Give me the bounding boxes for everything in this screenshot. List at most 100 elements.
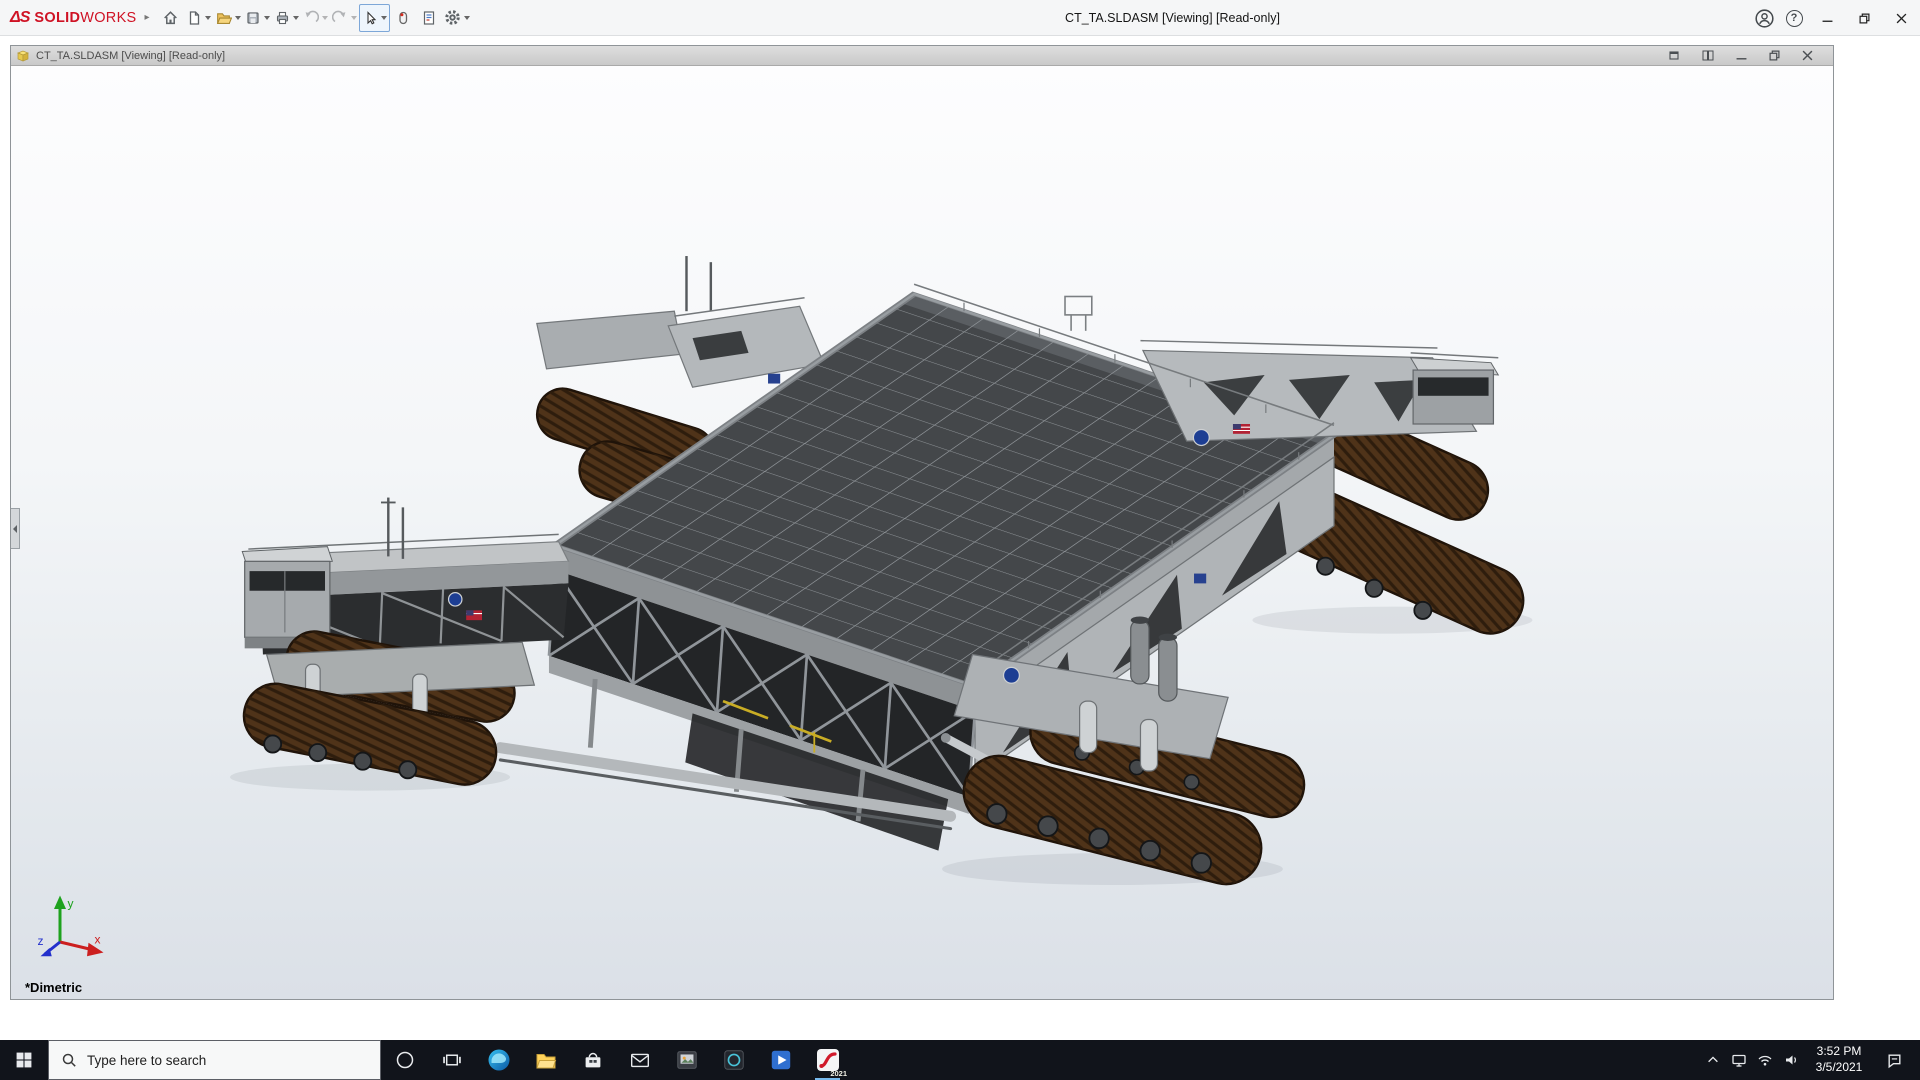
taskbar-clock[interactable]: 3:52 PM 3/5/2021 [1804, 1044, 1874, 1075]
minimize-button[interactable] [1809, 0, 1846, 36]
solidworks-year-badge: 2021 [830, 1069, 847, 1078]
start-button[interactable] [0, 1040, 48, 1080]
cortana-icon [395, 1050, 415, 1070]
tray-display-button[interactable] [1726, 1040, 1752, 1080]
mouse-gestures-button[interactable] [390, 4, 416, 32]
doc-minimize-button[interactable] [1729, 49, 1753, 63]
document-window-buttons [1663, 49, 1827, 63]
triad-y-label: y [68, 897, 74, 911]
clock-time: 3:52 PM [1807, 1044, 1871, 1060]
tray-volume-icon [1783, 1052, 1799, 1068]
redo-caret[interactable] [351, 16, 357, 20]
photos-app-icon [675, 1048, 699, 1072]
solidworks-app-button[interactable]: 2021 [804, 1040, 851, 1080]
triad-z-label: z [38, 934, 44, 948]
panel-collapse-handle[interactable] [11, 508, 20, 549]
select-caret[interactable] [381, 16, 387, 20]
task-view-icon [443, 1051, 461, 1069]
movies-app-icon [769, 1048, 793, 1072]
tray-volume-button[interactable] [1778, 1040, 1804, 1080]
app-title: CT_TA.SLDASM [Viewing] [Read-only] [900, 11, 1445, 25]
cortana-button[interactable] [381, 1040, 428, 1080]
file-explorer-button[interactable] [522, 1040, 569, 1080]
save-caret[interactable] [264, 16, 270, 20]
toolbar-flyout-arrow[interactable]: ▸ [145, 12, 150, 23]
store-icon [581, 1048, 605, 1072]
options-gear-icon [444, 9, 461, 26]
close-icon [1896, 13, 1907, 24]
redo-button[interactable] [330, 4, 359, 32]
print-button[interactable] [272, 4, 301, 32]
undo-caret[interactable] [322, 16, 328, 20]
search-input[interactable] [87, 1053, 357, 1068]
print-icon [274, 10, 290, 26]
media-app-button[interactable] [710, 1040, 757, 1080]
select-icon [362, 10, 378, 26]
open-button[interactable] [213, 4, 243, 32]
app-titlebar: ΔS SOLIDWORKS ▸ CT_TA.SLDA [0, 0, 1920, 36]
restore-button[interactable] [1846, 0, 1883, 36]
viewport-3d[interactable]: y x z *Dimetric [11, 66, 1833, 999]
save-button[interactable] [243, 4, 272, 32]
movies-app-button[interactable] [757, 1040, 804, 1080]
clock-date: 3/5/2021 [1807, 1060, 1871, 1076]
task-view-button[interactable] [428, 1040, 475, 1080]
action-center-icon [1886, 1052, 1903, 1069]
new-document-button[interactable] [184, 4, 213, 32]
assembly-document-icon [17, 49, 30, 62]
doc-close-icon [1802, 50, 1813, 61]
close-button[interactable] [1883, 0, 1920, 36]
start-icon [15, 1051, 33, 1069]
home-button[interactable] [158, 4, 184, 32]
tray-chevron-button[interactable] [1700, 1040, 1726, 1080]
new-window-icon [1669, 50, 1681, 61]
restore-icon [1859, 13, 1870, 24]
store-button[interactable] [569, 1040, 616, 1080]
help-button[interactable]: ? [1779, 0, 1809, 36]
file-explorer-icon [534, 1048, 558, 1072]
mdi-background: CT_TA.SLDASM [Viewing] [Read-only] [0, 36, 1920, 1040]
open-icon [215, 9, 232, 26]
file-properties-icon [421, 10, 437, 26]
select-button[interactable] [359, 4, 390, 32]
tile-windows-icon [1702, 50, 1714, 61]
solidworks-brand-text: SOLIDWORKS [34, 10, 136, 26]
document-window: CT_TA.SLDASM [Viewing] [Read-only] [10, 45, 1834, 1000]
file-properties-button[interactable] [416, 4, 442, 32]
account-icon [1755, 9, 1774, 28]
redo-icon [332, 10, 348, 26]
doc-tile-button[interactable] [1696, 49, 1720, 63]
mail-icon [628, 1048, 652, 1072]
new-document-icon [186, 10, 202, 26]
undo-button[interactable] [301, 4, 330, 32]
doc-close-button[interactable] [1795, 49, 1819, 63]
tray-chevron-icon [1706, 1053, 1720, 1067]
options-button[interactable] [442, 4, 472, 32]
document-titlebar[interactable]: CT_TA.SLDASM [Viewing] [Read-only] [11, 46, 1833, 66]
crawler-transporter-model [11, 66, 1833, 999]
photos-app-button[interactable] [663, 1040, 710, 1080]
account-button[interactable] [1749, 0, 1779, 36]
taskbar-search[interactable] [48, 1040, 381, 1080]
action-center-button[interactable] [1874, 1052, 1914, 1069]
edge-button[interactable] [475, 1040, 522, 1080]
options-caret[interactable] [464, 16, 470, 20]
solidworks-logo: ΔS SOLIDWORKS [10, 9, 137, 27]
solidworks-logo-mark: ΔS [10, 9, 29, 27]
view-orientation-label: *Dimetric [25, 980, 82, 995]
orientation-triad: y x z [37, 891, 107, 957]
doc-restore-button[interactable] [1762, 49, 1786, 63]
window-controls: ? [1749, 0, 1920, 36]
triad-x-label: x [95, 933, 101, 947]
print-caret[interactable] [293, 16, 299, 20]
open-caret[interactable] [235, 16, 241, 20]
new-document-caret[interactable] [205, 16, 211, 20]
tray-wifi-button[interactable] [1752, 1040, 1778, 1080]
media-app-icon [722, 1048, 746, 1072]
taskbar: 2021 3:52 PM 3/5/2021 [0, 1040, 1920, 1080]
doc-restore-icon [1769, 50, 1780, 61]
tray-display-icon [1731, 1052, 1747, 1068]
undo-icon [303, 10, 319, 26]
mail-button[interactable] [616, 1040, 663, 1080]
doc-new-window-button[interactable] [1663, 49, 1687, 63]
